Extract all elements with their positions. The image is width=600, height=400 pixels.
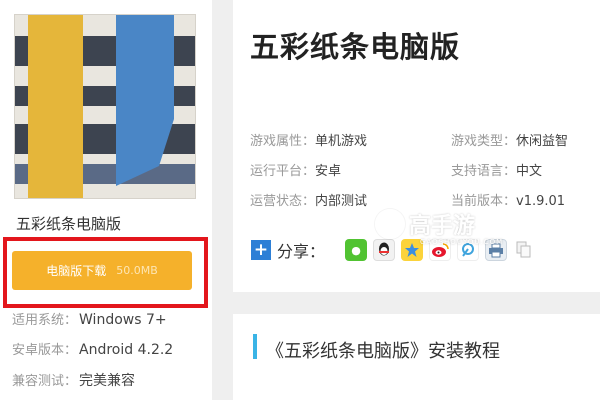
attr-game-type: 游戏类型：休闲益智 <box>451 130 568 149</box>
req-label: 安卓版本： <box>12 343 78 358</box>
attr-label: 支持语言： <box>451 164 517 179</box>
req-value: Windows 7+ <box>79 312 167 328</box>
attr-value: 休闲益智 <box>516 134 569 149</box>
req-label: 适用系统： <box>12 313 78 328</box>
tutorial-title: 《五彩纸条电脑版》安装教程 <box>266 341 500 362</box>
req-android: 安卓版本： Android 4.2.2 <box>12 339 173 358</box>
attr-language: 支持语言：中文 <box>451 160 542 179</box>
gaoshouyou-watermark: 高手游 <box>375 208 475 240</box>
watermark-subtext: GAOSHOUYOU.COM <box>420 238 504 246</box>
req-compat: 兼容测试： 完美兼容 <box>12 370 135 390</box>
attr-value: 单机游戏 <box>315 134 368 149</box>
tutorial-card: 《五彩纸条电脑版》安装教程 <box>233 314 600 400</box>
wechat-icon[interactable]: ● <box>345 239 368 261</box>
download-label: 电脑版下载 <box>46 264 107 278</box>
game-info-card: 五彩纸条电脑版 游戏属性：单机游戏 运行平台：安卓 运营状态：内部测试 游戏类型… <box>233 0 600 292</box>
attr-label: 游戏类型： <box>451 134 517 149</box>
attr-value: v1.9.01 <box>516 194 566 209</box>
game-icon[interactable] <box>14 14 196 199</box>
req-value: Android 4.2.2 <box>79 342 174 358</box>
attr-status: 运营状态：内部测试 <box>250 190 367 209</box>
page-title: 五彩纸条电脑版 <box>250 30 461 64</box>
game-name: 五彩纸条电脑版 <box>16 215 122 233</box>
accent-bar <box>253 334 257 359</box>
attr-platform: 运行平台：安卓 <box>250 160 341 179</box>
attr-value: 安卓 <box>315 164 342 179</box>
attr-label: 游戏属性： <box>250 134 316 149</box>
attr-label: 运行平台： <box>250 164 316 179</box>
attr-label: 当前版本： <box>451 194 517 209</box>
req-value: 完美兼容 <box>79 373 136 389</box>
download-size: 50.0MB <box>116 264 158 277</box>
plus-icon[interactable]: + <box>251 240 271 260</box>
req-system: 适用系统： Windows 7+ <box>12 309 167 328</box>
share-label: 分享： <box>277 242 326 261</box>
watermark-text: 高手游 <box>409 214 476 239</box>
copy-icon[interactable] <box>513 239 535 261</box>
g-logo-icon <box>375 209 405 239</box>
attr-label: 运营状态： <box>250 194 316 209</box>
attr-value: 中文 <box>516 164 543 179</box>
pc-download-button[interactable]: 电脑版下载 50.0MB <box>12 251 192 290</box>
attr-value: 内部测试 <box>315 194 368 209</box>
attr-version: 当前版本：v1.9.01 <box>451 190 565 209</box>
game-sidebar-card: 五彩纸条电脑版 电脑版下载 50.0MB 适用系统： Windows 7+ 安卓版… <box>0 0 212 400</box>
req-label: 兼容测试： <box>12 374 78 389</box>
attr-game-property: 游戏属性：单机游戏 <box>250 130 367 149</box>
qq-icon[interactable] <box>373 239 396 261</box>
